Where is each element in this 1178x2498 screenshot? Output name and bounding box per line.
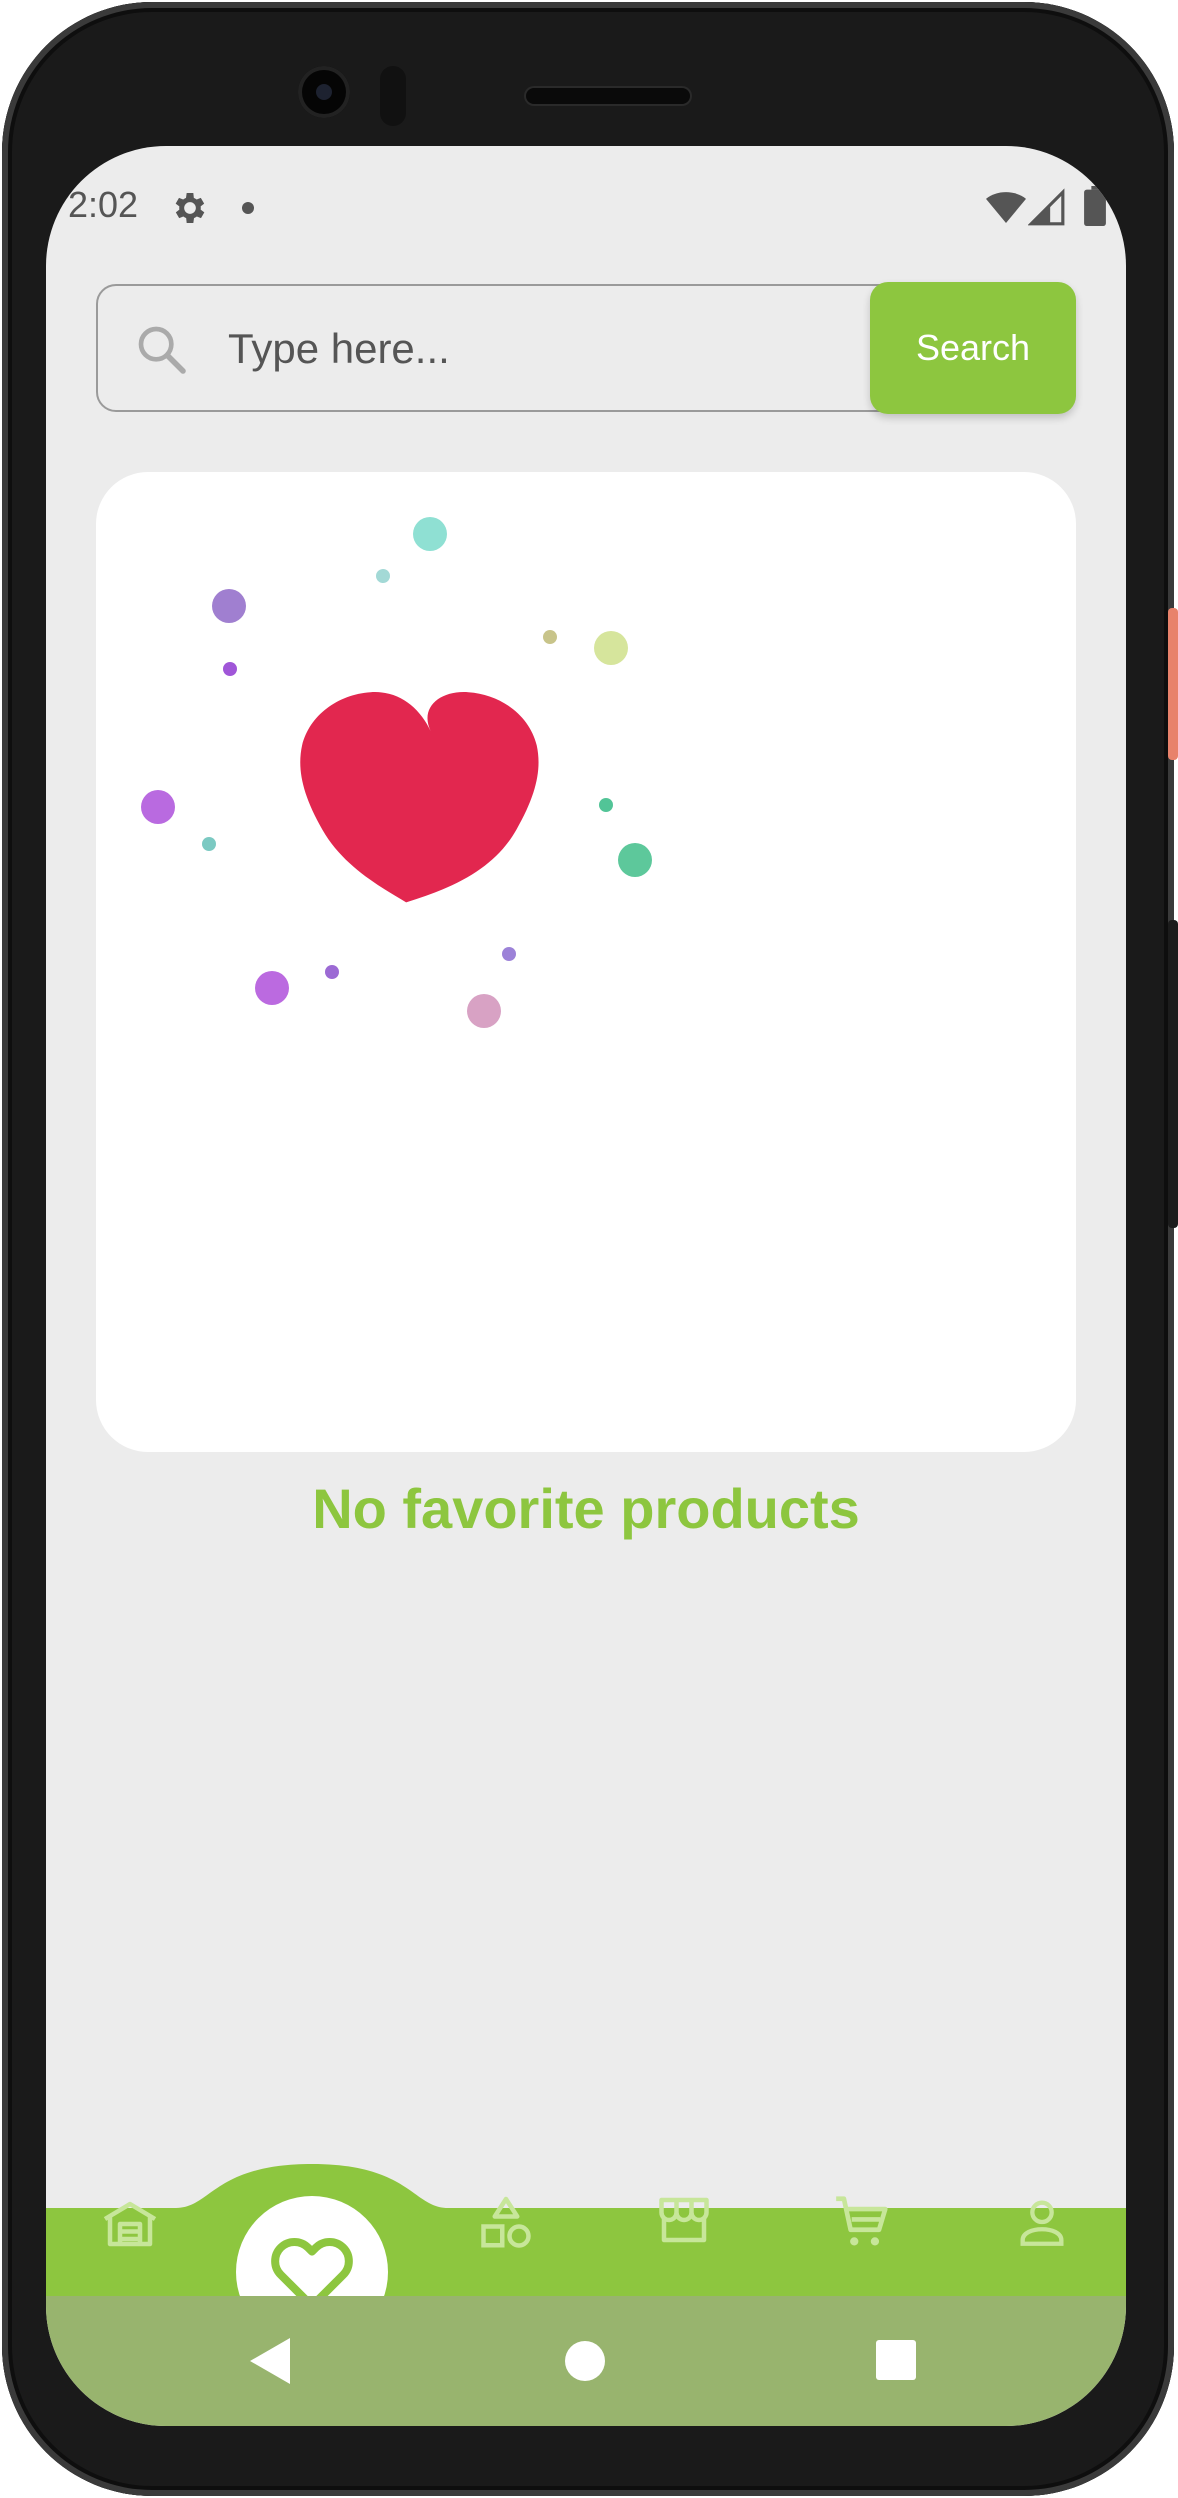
wifi-icon: [986, 192, 1026, 223]
battery-icon: [1084, 186, 1106, 226]
front-camera: [298, 66, 350, 118]
search-icon: [138, 326, 186, 374]
app-screen: 2:02 Search: [46, 146, 1126, 2426]
recents-icon[interactable]: [876, 2340, 916, 2380]
bottom-navigation: [46, 2154, 1126, 2300]
nav-profile-button[interactable]: [1002, 2182, 1082, 2262]
status-bar: 2:02: [46, 176, 1126, 240]
empty-state-card: [96, 472, 1076, 1452]
nav-categories-button[interactable]: [466, 2184, 546, 2264]
power-button: [1168, 608, 1178, 760]
search-button[interactable]: Search: [870, 282, 1076, 414]
nav-background: [46, 2164, 1126, 2300]
nav-store-button[interactable]: [644, 2180, 724, 2260]
heart-icon: [300, 692, 539, 903]
proximity-sensor: [380, 66, 406, 126]
heart-illustration: [141, 517, 652, 1028]
categories-shapes-icon: [481, 2196, 531, 2248]
gear-icon: [175, 193, 205, 223]
profile-icon: [1020, 2200, 1064, 2246]
nav-home-button[interactable]: [90, 2184, 170, 2264]
volume-button: [1168, 920, 1178, 1228]
home-icon: [103, 2201, 157, 2247]
nav-cart-button[interactable]: [822, 2182, 902, 2262]
system-navigation-bar: [46, 2296, 1126, 2426]
notification-dot: [242, 202, 254, 214]
home-circle-icon[interactable]: [564, 2340, 606, 2382]
empty-state-message: No favorite products: [312, 1477, 860, 1540]
search-input[interactable]: [226, 310, 850, 388]
signal-icon: [1028, 188, 1065, 226]
store-icon: [659, 2197, 709, 2243]
status-time: 2:02: [68, 184, 139, 225]
back-icon[interactable]: [250, 2338, 290, 2384]
cart-icon: [836, 2196, 888, 2246]
earpiece-speaker: [526, 88, 690, 104]
